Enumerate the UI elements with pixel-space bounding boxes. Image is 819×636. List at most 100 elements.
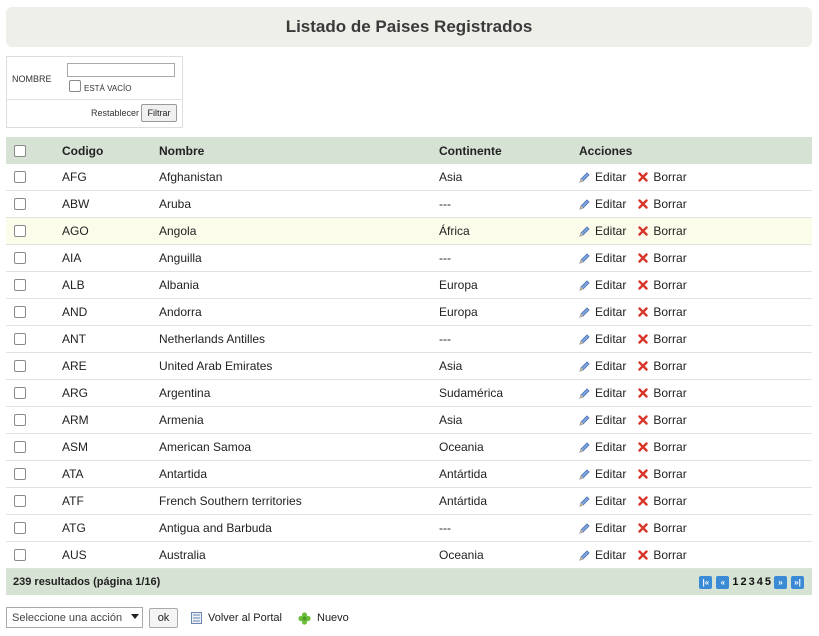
row-checkbox[interactable] (14, 549, 26, 561)
country-code: ARE (62, 359, 87, 373)
dropdown-arrow-icon (131, 614, 139, 619)
new-link[interactable]: Nuevo (298, 607, 349, 629)
row-checkbox[interactable] (14, 252, 26, 264)
delete-button[interactable]: Borrar (638, 197, 687, 211)
edit-button[interactable]: Editar (579, 251, 626, 265)
table-row: AUS Australia Oceania Editar Borrar (6, 542, 812, 569)
delete-button[interactable]: Borrar (638, 332, 687, 346)
delete-x-icon (638, 415, 649, 425)
pencil-icon (579, 441, 590, 453)
action-select[interactable]: Seleccione una acción (6, 607, 143, 628)
new-link-label: Nuevo (317, 612, 349, 624)
country-continent: Europa (439, 305, 478, 319)
edit-button[interactable]: Editar (579, 467, 626, 481)
empty-checkbox[interactable] (69, 80, 81, 92)
row-checkbox[interactable] (14, 279, 26, 291)
edit-button[interactable]: Editar (579, 197, 626, 211)
delete-button[interactable]: Borrar (638, 440, 687, 454)
delete-button[interactable]: Borrar (638, 359, 687, 373)
delete-label: Borrar (653, 332, 687, 346)
filter-button[interactable]: Filtrar (141, 104, 177, 122)
delete-button[interactable]: Borrar (638, 467, 687, 481)
pencil-icon (579, 522, 590, 534)
country-name: Argentina (159, 386, 211, 400)
row-checkbox[interactable] (14, 306, 26, 318)
row-checkbox[interactable] (14, 333, 26, 345)
pencil-icon (579, 495, 590, 507)
table-row: ARM Armenia Asia Editar Borrar (6, 407, 812, 434)
row-checkbox[interactable] (14, 495, 26, 507)
ok-button[interactable]: ok (149, 608, 178, 628)
country-continent: Antártida (439, 494, 488, 508)
delete-button[interactable]: Borrar (638, 548, 687, 562)
edit-button[interactable]: Editar (579, 170, 626, 184)
delete-button[interactable]: Borrar (638, 413, 687, 427)
edit-button[interactable]: Editar (579, 278, 626, 292)
page-number[interactable]: 3 (749, 576, 755, 588)
row-checkbox[interactable] (14, 414, 26, 426)
action-select-value: Seleccione una acción (12, 611, 123, 624)
row-checkbox[interactable] (14, 522, 26, 534)
delete-button[interactable]: Borrar (638, 305, 687, 319)
results-count: 239 resultados (página 1/16) (13, 576, 161, 588)
filter-row: NOMBRE ESTÁ VACÍO (7, 57, 182, 100)
edit-label: Editar (595, 440, 627, 454)
country-code: AGO (62, 224, 89, 238)
row-checkbox[interactable] (14, 441, 26, 453)
edit-button[interactable]: Editar (579, 305, 626, 319)
column-header-name[interactable]: Nombre (159, 137, 204, 164)
edit-button[interactable]: Editar (579, 548, 626, 562)
page-number[interactable]: 5 (765, 576, 771, 588)
row-checkbox[interactable] (14, 171, 26, 183)
edit-label: Editar (595, 305, 627, 319)
edit-button[interactable]: Editar (579, 521, 626, 535)
edit-button[interactable]: Editar (579, 332, 626, 346)
delete-button[interactable]: Borrar (638, 386, 687, 400)
edit-button[interactable]: Editar (579, 494, 626, 508)
first-page-icon[interactable]: |« (699, 575, 713, 589)
row-checkbox[interactable] (14, 198, 26, 210)
back-to-portal-link[interactable]: Volver al Portal (191, 607, 282, 629)
next-page-icon[interactable]: » (774, 575, 787, 589)
country-code: ARM (62, 413, 89, 427)
delete-button[interactable]: Borrar (638, 521, 687, 535)
delete-button[interactable]: Borrar (638, 278, 687, 292)
delete-button[interactable]: Borrar (638, 494, 687, 508)
delete-label: Borrar (653, 197, 687, 211)
delete-x-icon (638, 253, 649, 263)
country-code: ATA (62, 467, 84, 481)
delete-button[interactable]: Borrar (638, 251, 687, 265)
row-checkbox[interactable] (14, 225, 26, 237)
country-name: Angola (159, 224, 197, 238)
delete-x-icon (638, 523, 649, 533)
name-filter-input[interactable] (67, 63, 175, 77)
page-title: Listado de Paises Registrados (285, 17, 533, 36)
last-page-icon[interactable]: »| (791, 575, 804, 589)
country-name: American Samoa (159, 440, 252, 454)
list-icon (191, 612, 202, 624)
delete-label: Borrar (653, 440, 687, 454)
edit-button[interactable]: Editar (579, 386, 626, 400)
edit-button[interactable]: Editar (579, 224, 626, 238)
table-row: AFG Afghanistan Asia Editar Borrar (6, 164, 812, 191)
pencil-icon (579, 252, 590, 264)
edit-button[interactable]: Editar (579, 440, 626, 454)
table-row: AND Andorra Europa Editar Borrar (6, 299, 812, 326)
page-number[interactable]: 2 (741, 576, 747, 588)
delete-button[interactable]: Borrar (638, 170, 687, 184)
row-checkbox[interactable] (14, 387, 26, 399)
pencil-icon (579, 225, 590, 237)
previous-page-icon[interactable]: « (716, 575, 730, 589)
row-checkbox[interactable] (14, 360, 26, 372)
select-all-checkbox[interactable] (14, 144, 26, 157)
edit-button[interactable]: Editar (579, 359, 626, 373)
reset-link[interactable]: Restablecer (91, 108, 139, 118)
bottom-actions: Seleccione una acción ok Volver al Porta… (6, 607, 812, 629)
page-number[interactable]: 4 (757, 576, 763, 588)
table-row: ANT Netherlands Antilles --- Editar Borrar (6, 326, 812, 353)
delete-button[interactable]: Borrar (638, 224, 687, 238)
row-checkbox[interactable] (14, 468, 26, 480)
column-header-code[interactable]: Codigo (62, 137, 103, 164)
column-header-continent[interactable]: Continente (439, 137, 502, 164)
edit-button[interactable]: Editar (579, 413, 626, 427)
